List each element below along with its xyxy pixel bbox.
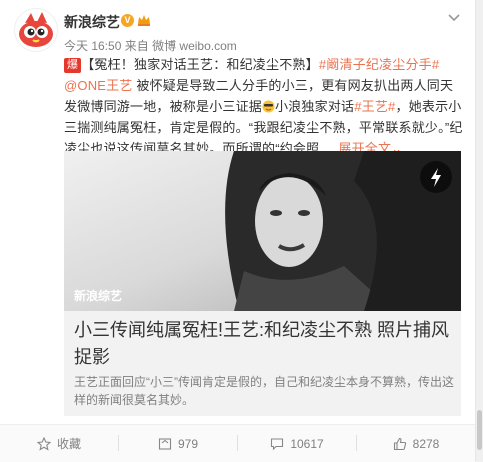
comment-count: 10617 <box>290 436 324 451</box>
photo-watermark: 新浪综艺 <box>74 289 123 303</box>
hot-tag: 爆 <box>64 58 82 73</box>
post-photo[interactable]: 新浪综艺 <box>64 151 461 311</box>
flash-button[interactable] <box>420 161 452 193</box>
member-crown-icon[interactable] <box>137 13 151 27</box>
favorite-button[interactable]: 收藏 <box>0 425 118 462</box>
repost-icon <box>158 437 172 450</box>
hashtag-link-wangyi[interactable]: #王艺# <box>354 99 395 114</box>
author-avatar[interactable] <box>14 8 58 52</box>
comment-icon <box>271 437 284 450</box>
scrollbar[interactable] <box>476 0 483 461</box>
article-title[interactable]: 小三传闻纯属冤枉!王艺:和纪凌尘不熟 照片捕风捉影 <box>74 317 454 371</box>
post-meta: 今天 16:50 来自 微博 weibo.com <box>64 37 237 54</box>
repost-button[interactable]: 979 <box>119 425 237 462</box>
portrait-image <box>64 151 461 311</box>
weibo-post-card: 新浪综艺 V 今天 16:50 来自 微博 weibo.com 爆【冤枉！独家对… <box>0 0 476 462</box>
like-button[interactable]: 8278 <box>357 425 475 462</box>
post-text-body-2: 小浪独家对话 <box>275 99 355 114</box>
repost-count: 979 <box>177 436 199 451</box>
post-source-prefix: 来自 <box>124 39 149 53</box>
author-name[interactable]: 新浪综艺 <box>64 12 120 32</box>
post-text-headline: 【冤枉！独家对话王艺：和纪凌尘不熟】 <box>81 57 319 72</box>
hot-tag-label: 爆 <box>67 59 79 71</box>
hashtag-link-breakup[interactable]: #阚清子纪凌尘分手# <box>319 57 439 72</box>
emoji-icon <box>262 100 275 113</box>
article-description: 王艺正面回应“小三”传闻肯定是假的，自己和纪凌尘本身不算熟，传出这样的新闻很莫名… <box>74 375 454 407</box>
lightning-icon <box>431 168 441 187</box>
comment-button[interactable]: 10617 <box>238 425 356 462</box>
thumbs-up-icon <box>393 437 406 450</box>
post-time[interactable]: 今天 16:50 <box>64 39 121 53</box>
post-source[interactable]: 微博 weibo.com <box>152 39 237 53</box>
favorite-label: 收藏 <box>56 437 81 451</box>
post-text: 爆【冤枉！独家对话王艺：和纪凌尘不熟】#阚清子纪凌尘分手# @ONE王艺 被怀疑… <box>64 54 466 159</box>
chevron-down-icon[interactable] <box>446 12 462 24</box>
post-action-bar: 收藏 979 10617 8278 <box>0 424 475 462</box>
star-icon <box>36 436 51 451</box>
mention-link-wangyi[interactable]: @ONE王艺 <box>64 78 133 93</box>
verified-icon: V <box>121 14 134 27</box>
scrollbar-thumb[interactable] <box>477 410 482 450</box>
like-count: 8278 <box>412 436 440 451</box>
article-card[interactable]: 小三传闻纯属冤枉!王艺:和纪凌尘不熟 照片捕风捉影 王艺正面回应“小三”传闻肯定… <box>64 311 461 416</box>
